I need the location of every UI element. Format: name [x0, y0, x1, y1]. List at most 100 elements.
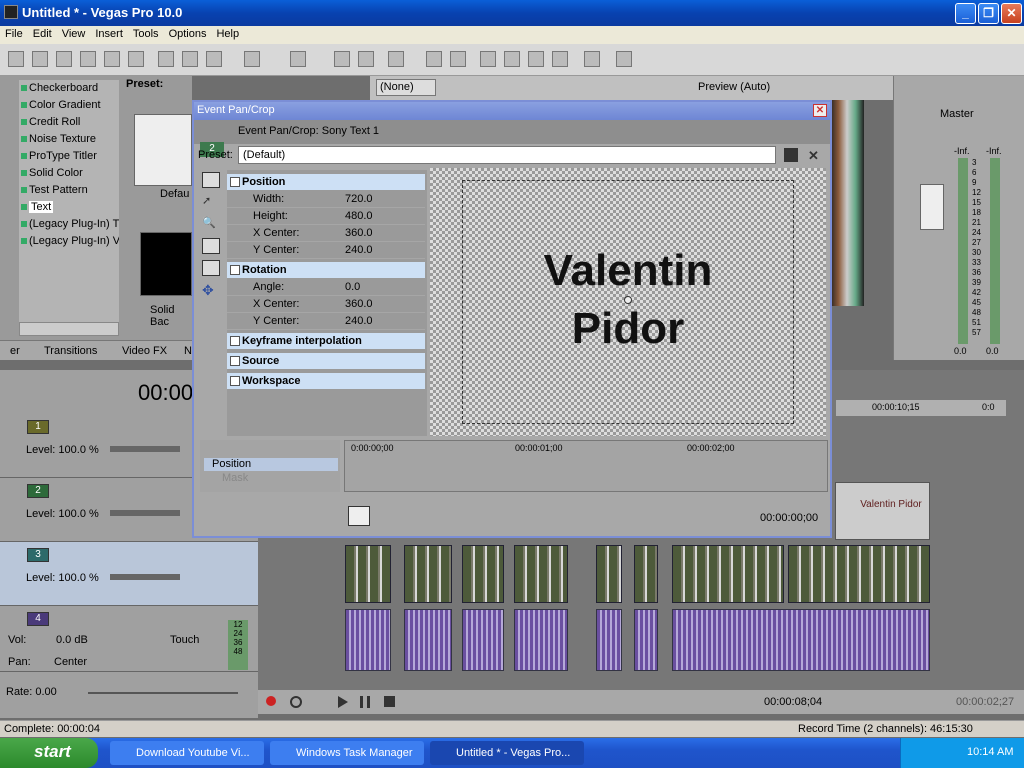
play-icon[interactable]	[338, 696, 348, 708]
dialog-preset-dropdown[interactable]: (Default)	[238, 146, 776, 164]
new-icon[interactable]	[8, 51, 24, 67]
video-clip[interactable]	[596, 545, 622, 603]
keyframe-row-position[interactable]: Position	[204, 458, 338, 471]
task-download-youtube[interactable]: Download Youtube Vi...	[110, 741, 264, 765]
zoom-tool-icon[interactable]: 🔍	[202, 216, 220, 232]
preset-thumbnail-solid[interactable]	[140, 232, 192, 296]
audio-clip[interactable]	[404, 609, 452, 671]
video-clip[interactable]	[672, 545, 784, 603]
tab-generators[interactable]: N	[184, 345, 192, 357]
delete-preset-icon[interactable]: ✕	[808, 148, 822, 163]
prop-rot-y-center[interactable]: Y Center: 240.0	[227, 313, 425, 330]
master-fader[interactable]	[920, 184, 944, 230]
preview-fx-dropdown[interactable]: (None)	[376, 79, 436, 96]
online-icon[interactable]	[584, 51, 600, 67]
video-clip[interactable]	[462, 545, 504, 603]
section-rotation[interactable]: Rotation	[227, 262, 425, 278]
section-position[interactable]: Position	[227, 174, 425, 190]
dialog-title-bar[interactable]: Event Pan/Crop	[194, 102, 830, 120]
start-button[interactable]: start	[0, 738, 98, 768]
copy-icon[interactable]	[182, 51, 198, 67]
menu-view[interactable]: View	[57, 26, 91, 42]
menu-file[interactable]: File	[0, 26, 28, 42]
preview-quality-dropdown[interactable]: Preview (Auto)	[698, 81, 770, 93]
menu-tools[interactable]: Tools	[128, 26, 164, 42]
video-clip[interactable]	[404, 545, 452, 603]
generator-item[interactable]: ProType Titler	[19, 148, 119, 165]
snap-icon[interactable]	[334, 51, 350, 67]
autoripple-icon[interactable]	[358, 51, 374, 67]
menu-options[interactable]: Options	[164, 26, 212, 42]
rate-slider[interactable]	[88, 692, 238, 694]
video-clip[interactable]	[345, 545, 391, 603]
normal-edit-tool-icon[interactable]: ➚	[202, 194, 220, 210]
lock-aspect-icon[interactable]	[202, 238, 220, 254]
lock-icon[interactable]	[388, 51, 404, 67]
audio-clip[interactable]	[672, 609, 930, 671]
audio-clip[interactable]	[514, 609, 568, 671]
generator-item[interactable]: Checkerboard	[19, 80, 119, 97]
level-slider[interactable]	[110, 574, 180, 580]
selection-length-time[interactable]: 00:00:02;27	[956, 696, 1014, 708]
tab-media[interactable]: er	[10, 345, 20, 357]
cut-icon[interactable]	[158, 51, 174, 67]
audio-clip[interactable]	[345, 609, 391, 671]
track-4-audio[interactable]: 4 Vol: 0.0 dB Touch Pan: Center 12 24 36 48	[0, 606, 258, 672]
level-slider[interactable]	[110, 446, 180, 452]
track-3[interactable]: 3 Level: 100.0 %	[0, 542, 258, 606]
scale-about-center-icon[interactable]	[202, 260, 220, 276]
stop-icon[interactable]	[384, 696, 395, 707]
undo-icon[interactable]	[244, 51, 260, 67]
maximize-button[interactable]: ❐	[978, 3, 999, 24]
section-workspace[interactable]: Workspace	[227, 373, 425, 389]
video-clip[interactable]	[514, 545, 568, 603]
prop-height[interactable]: Height: 480.0	[227, 208, 425, 225]
generator-item[interactable]: (Legacy Plug-In) V	[19, 233, 119, 250]
save-as-icon[interactable]	[80, 51, 96, 67]
open-icon[interactable]	[32, 51, 48, 67]
prop-x-center[interactable]: X Center: 360.0	[227, 225, 425, 242]
menu-edit[interactable]: Edit	[28, 26, 57, 42]
audio-clip[interactable]	[634, 609, 658, 671]
tab-transitions[interactable]: Transitions	[44, 345, 97, 357]
keyframe-row-mask[interactable]: Mask	[204, 472, 338, 485]
generator-item[interactable]: Noise Texture	[19, 131, 119, 148]
generator-list-scrollbar[interactable]	[19, 322, 119, 336]
audio-clip[interactable]	[462, 609, 504, 671]
section-source[interactable]: Source	[227, 353, 425, 369]
section-keyframe-interpolation[interactable]: Keyframe interpolation	[227, 333, 425, 349]
pan-crop-canvas[interactable]: Valentin Pidor	[430, 168, 826, 436]
help-icon[interactable]	[616, 51, 632, 67]
pause-icon[interactable]	[360, 696, 370, 708]
prop-y-center[interactable]: Y Center: 240.0	[227, 242, 425, 259]
level-slider[interactable]	[110, 510, 180, 516]
task-task-manager[interactable]: Windows Task Manager	[270, 741, 424, 765]
sync-cursor-icon[interactable]	[348, 506, 370, 526]
render-icon[interactable]	[104, 51, 120, 67]
text-event-clip[interactable]: Valentin Pidor	[835, 482, 930, 540]
paste-icon[interactable]	[206, 51, 222, 67]
loop-icon[interactable]	[290, 696, 302, 708]
save-preset-icon[interactable]	[784, 148, 798, 162]
menu-help[interactable]: Help	[211, 26, 244, 42]
video-clip[interactable]	[788, 545, 930, 603]
minimize-button[interactable]: _	[955, 3, 976, 24]
dialog-keyframe-timeline[interactable]: 0:00:00;00 00:00:01;00 00:00:02;00	[344, 440, 828, 492]
video-clip[interactable]	[634, 545, 658, 603]
menu-insert[interactable]: Insert	[90, 26, 128, 42]
task-vegas-pro[interactable]: Untitled * - Vegas Pro...	[430, 741, 584, 765]
generator-item[interactable]: Solid Color	[19, 165, 119, 182]
redo-icon[interactable]	[290, 51, 306, 67]
record-icon[interactable]	[266, 696, 276, 706]
zoom-tool-icon[interactable]	[552, 51, 568, 67]
save-icon[interactable]	[56, 51, 72, 67]
envelope-icon[interactable]	[450, 51, 466, 67]
normal-edit-tool-icon[interactable]	[480, 51, 496, 67]
cursor-position-time[interactable]: 00:00:08;04	[764, 696, 822, 708]
prop-width[interactable]: Width: 720.0	[227, 191, 425, 208]
generator-item[interactable]: (Legacy Plug-In) T	[19, 216, 119, 233]
properties-icon[interactable]	[128, 51, 144, 67]
prop-rot-x-center[interactable]: X Center: 360.0	[227, 296, 425, 313]
tab-video-fx[interactable]: Video FX	[122, 345, 167, 357]
generator-item-selected[interactable]: Text	[19, 199, 119, 216]
